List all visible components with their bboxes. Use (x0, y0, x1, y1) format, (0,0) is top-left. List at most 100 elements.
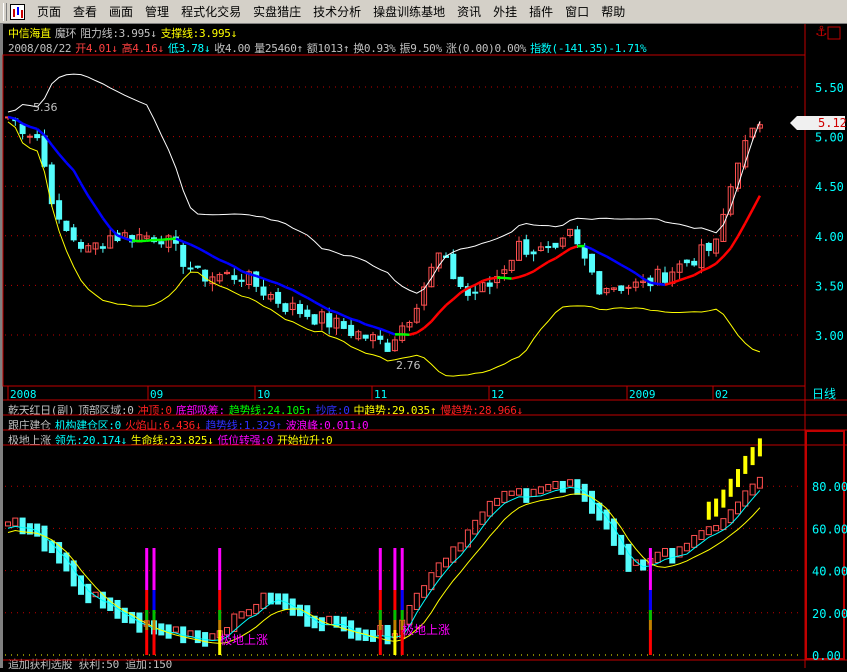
moving-average-segment (285, 287, 292, 290)
upper-band (8, 74, 760, 293)
moving-average-segment (278, 284, 285, 287)
moving-average-segment (307, 298, 314, 302)
yellow-signal-bar (751, 447, 755, 465)
moving-average-segment (81, 184, 88, 197)
time-label: 12 (491, 388, 504, 401)
moving-average-segment (563, 249, 570, 254)
price-candle-down (531, 252, 536, 254)
price-candle-down (451, 254, 456, 278)
moving-average-segment (169, 239, 176, 240)
moving-average-segment (512, 277, 519, 279)
moving-average-segment (694, 271, 701, 275)
osc-candle-up (173, 627, 178, 632)
moving-average-segment (300, 294, 307, 298)
signal-bar (393, 620, 396, 630)
moving-average-segment (731, 236, 738, 248)
moving-average-segment (702, 268, 709, 271)
price-candle-down (71, 228, 76, 240)
price-candle-down (239, 280, 244, 281)
price-candle-down (195, 266, 200, 267)
moving-average-segment (96, 207, 103, 218)
signal-bar (218, 620, 221, 630)
moving-average-segment (599, 253, 606, 256)
signal-label: 极地上涨 (220, 632, 268, 647)
yellow-signal-bar (743, 456, 747, 474)
chart-canvas[interactable]: ⚓5.505.004.504.003.503.0080.0060.0040.00… (0, 0, 847, 668)
price-candle-down (619, 286, 624, 291)
price-candle-down (100, 247, 105, 249)
osc-candle-up (414, 593, 419, 609)
signal-label: 极地上涨 (402, 622, 450, 637)
moving-average-segment (468, 285, 475, 288)
price-candle-down (254, 272, 259, 286)
osc-candle-up (538, 487, 543, 493)
price-tick-label: 4.00 (815, 230, 844, 244)
signal-bar-base (153, 630, 156, 655)
signal-bar-base (379, 630, 382, 655)
price-tick-label: 5.00 (815, 131, 844, 145)
price-candle-up (27, 136, 32, 137)
moving-average-segment (191, 244, 198, 247)
price-candle-down (283, 304, 288, 312)
osc-candle-up (568, 480, 573, 486)
moving-average-segment (541, 262, 548, 267)
price-candle-down (597, 272, 602, 294)
osc-candle-down (79, 576, 84, 594)
moving-average-segment (315, 302, 322, 306)
moving-average-segment (380, 329, 387, 332)
moving-average-segment (198, 248, 205, 252)
price-candle-down (385, 343, 390, 351)
signal-bar (379, 548, 382, 590)
price-candle-down (42, 136, 47, 166)
moving-average-segment (234, 267, 241, 272)
moving-average-segment (264, 279, 271, 282)
osc-candle-up (736, 502, 741, 514)
osc-candle-up (692, 535, 697, 547)
osc-candle-up (210, 634, 215, 640)
yellow-signal-bar (707, 502, 711, 520)
signal-bar (649, 620, 652, 630)
low-mark: 2.76 (396, 359, 421, 372)
moving-average-segment (439, 305, 446, 313)
price-candle-down (188, 268, 193, 269)
moving-average-segment (30, 127, 37, 129)
moving-average-segment (446, 299, 453, 305)
time-label: 02 (715, 388, 728, 401)
moving-average-segment (417, 328, 424, 333)
moving-average-segment (344, 316, 351, 319)
price-candle-down (159, 242, 164, 244)
moving-average-segment (205, 252, 212, 256)
osc-candle-up (663, 549, 668, 557)
price-candle-down (35, 135, 40, 138)
moving-average-segment (337, 312, 344, 315)
price-candle-down (473, 292, 478, 293)
price-candle-down (363, 335, 368, 338)
time-label: 09 (150, 388, 163, 401)
signal-bar (393, 548, 396, 590)
signal-bar (153, 620, 156, 630)
osc-candle-down (590, 491, 595, 513)
osc-candle-up (407, 605, 412, 624)
moving-average-segment (410, 333, 417, 335)
signal-bar (145, 610, 148, 620)
osc-candle-up (743, 491, 748, 506)
moving-average-segment (680, 278, 687, 281)
pin-icon: ⚓ (815, 24, 828, 40)
osc-candle-up (750, 484, 755, 495)
price-candle-down (487, 283, 492, 286)
signal-bar (649, 610, 652, 620)
yellow-signal-bar (736, 469, 740, 487)
moving-average-segment (271, 281, 278, 283)
osc-candle-down (71, 561, 76, 586)
price-candle-down (524, 240, 529, 255)
price-candle-up (626, 287, 631, 288)
price-candle-down (582, 247, 587, 258)
osc-candle-up (444, 558, 449, 567)
moving-average-segment (621, 265, 628, 269)
osc-candle-up (246, 610, 251, 616)
price-tick-label: 3.50 (815, 279, 844, 293)
price-tick-label: 3.00 (815, 329, 844, 343)
moving-average-segment (66, 163, 73, 171)
osc-candle-up (422, 586, 427, 598)
signal-bar (153, 610, 156, 620)
